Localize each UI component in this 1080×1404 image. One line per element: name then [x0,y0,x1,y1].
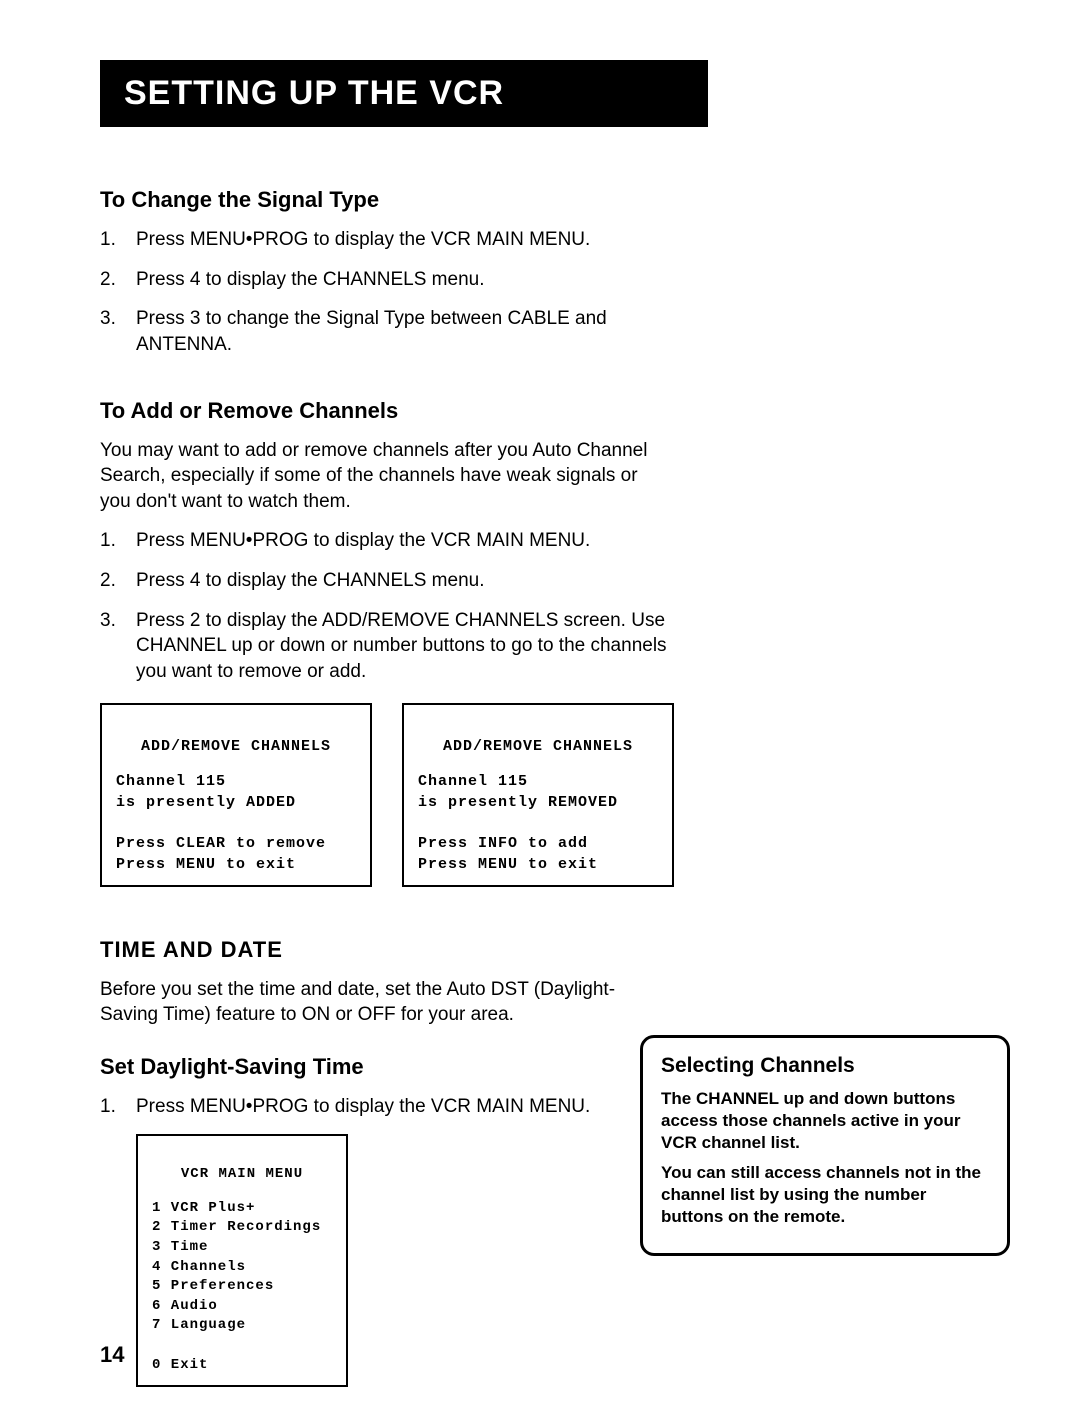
intro-time-and-date: Before you set the time and date, set th… [100,977,660,1028]
step-text: Press MENU•PROG to display the VCR MAIN … [136,530,590,551]
osd-screens-row: ADD/REMOVE CHANNELS Channel 115 is presen… [100,703,1000,887]
osd-title: ADD/REMOVE CHANNELS [116,736,356,757]
step-text: Press 4 to display the CHANNELS menu. [136,269,485,290]
section-change-signal-type: To Change the Signal Type 1. Press MENU•P… [100,187,1000,358]
osd-added: ADD/REMOVE CHANNELS Channel 115 is presen… [100,703,372,887]
steps-change-signal-type: 1. Press MENU•PROG to display the VCR MAI… [100,227,1000,358]
step-text: Press MENU•PROG to display the VCR MAIN … [136,229,590,250]
osd-line: Press MENU to exit [116,856,296,873]
osd-line: Channel 115 [418,773,528,790]
osd-line: 2 Timer Recordings [152,1219,321,1235]
step-item: 2. Press 4 to display the CHANNELS menu. [100,568,696,594]
step-number: 1. [100,227,116,253]
step-item: 2. Press 4 to display the CHANNELS menu. [100,267,696,293]
osd-title: VCR MAIN MENU [152,1165,332,1185]
osd-line: Press INFO to add [418,835,588,852]
steps-add-remove-channels: 1. Press MENU•PROG to display the VCR MAI… [100,528,1000,684]
osd-removed: ADD/REMOVE CHANNELS Channel 115 is presen… [402,703,674,887]
osd-main-menu: VCR MAIN MENU 1 VCR Plus+ 2 Timer Recordi… [136,1134,348,1388]
osd-line: 0 Exit [152,1357,208,1373]
step-item: 3. Press 2 to display the ADD/REMOVE CHAN… [100,608,696,685]
step-number: 2. [100,267,116,293]
osd-line: 3 Time [152,1239,208,1255]
osd-line: 5 Preferences [152,1278,274,1294]
osd-line: 6 Audio [152,1298,218,1314]
callout-paragraph: The CHANNEL up and down buttons access t… [661,1088,989,1154]
step-number: 2. [100,568,116,594]
step-number: 1. [100,528,116,554]
step-text: Press 3 to change the Signal Type betwee… [136,308,607,355]
heading-time-and-date: TIME AND DATE [100,937,1000,963]
heading-change-signal-type: To Change the Signal Type [100,187,1000,213]
step-text: Press MENU•PROG to display the VCR MAIN … [136,1096,590,1117]
osd-line: is presently ADDED [116,794,296,811]
step-item: 1. Press MENU•PROG to display the VCR MAI… [100,528,696,554]
section-add-remove-channels: To Add or Remove Channels You may want t… [100,398,1000,887]
step-number: 3. [100,306,116,332]
osd-line: Press CLEAR to remove [116,835,326,852]
osd-line: is presently REMOVED [418,794,618,811]
intro-add-remove-channels: You may want to add or remove channels a… [100,438,660,515]
osd-line: Channel 115 [116,773,226,790]
osd-line: Press MENU to exit [418,856,598,873]
callout-selecting-channels: Selecting Channels The CHANNEL up and do… [640,1035,1010,1256]
step-text: Press 4 to display the CHANNELS menu. [136,570,485,591]
osd-line: 7 Language [152,1317,246,1333]
heading-add-remove-channels: To Add or Remove Channels [100,398,1000,424]
page-number: 14 [100,1342,124,1368]
manual-page: SETTING UP THE VCR To Change the Signal … [0,0,1080,1404]
step-text: Press 2 to display the ADD/REMOVE CHANNE… [136,610,667,682]
osd-line: 4 Channels [152,1259,246,1275]
osd-title: ADD/REMOVE CHANNELS [418,736,658,757]
page-title-banner: SETTING UP THE VCR [100,60,708,127]
step-item: 3. Press 3 to change the Signal Type betw… [100,306,696,357]
step-number: 1. [100,1094,116,1120]
step-number: 3. [100,608,116,634]
step-item: 1. Press MENU•PROG to display the VCR MAI… [100,227,696,253]
osd-line: 1 VCR Plus+ [152,1200,255,1216]
callout-title: Selecting Channels [661,1054,989,1078]
callout-paragraph: You can still access channels not in the… [661,1162,989,1228]
step-item: 1. Press MENU•PROG to display the VCR MAI… [100,1094,696,1120]
